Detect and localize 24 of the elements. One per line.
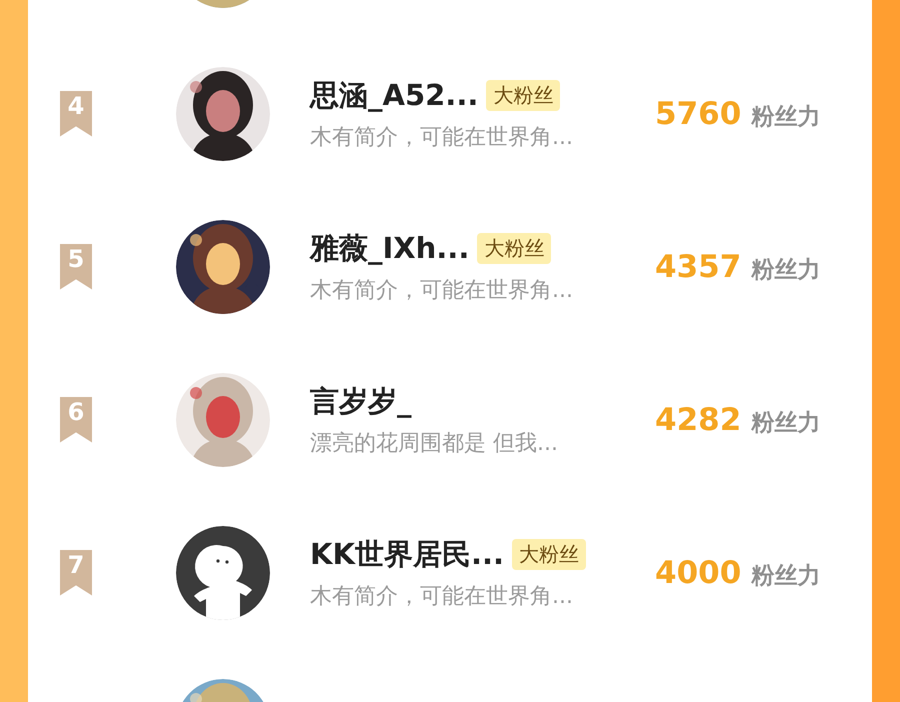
user-bio: 木有简介，可能在世界角... [310,276,574,304]
fan-score: 4000 [655,554,742,590]
user-name[interactable]: 雅薇_IXh... [310,228,470,268]
fan-badge: 大粉丝 [486,80,560,111]
user-name[interactable]: 言岁岁_ [310,382,412,422]
fan-score: 4357 [655,248,742,284]
score-unit: 粉丝力 [751,102,820,132]
rank-ribbon: 5 [60,244,92,290]
rank-ribbon: 6 [60,396,92,442]
score-unit: 粉丝力 [751,256,820,284]
avatar-icon[interactable] [176,526,270,620]
user-name[interactable]: KK世界居民... [310,534,504,574]
fan-score: 4282 [655,402,742,438]
score-unit: 粉丝力 [751,408,820,438]
user-name[interactable]: 思涵_A52... [310,76,478,116]
user-bio: 木有简介，可能在世界角... [310,124,574,152]
user-bio: 木有简介，可能在世界角... [310,582,574,610]
fan-badge: 大粉丝 [477,233,552,264]
fan-score: 5760 [655,96,742,132]
rank-ribbon: 4 [60,90,92,136]
user-bio: 漂亮的花周围都是 但我... [310,430,559,458]
score-unit: 粉丝力 [751,562,820,590]
rank-ribbon: 7 [60,550,92,596]
fan-badge: 大粉丝 [512,539,586,570]
